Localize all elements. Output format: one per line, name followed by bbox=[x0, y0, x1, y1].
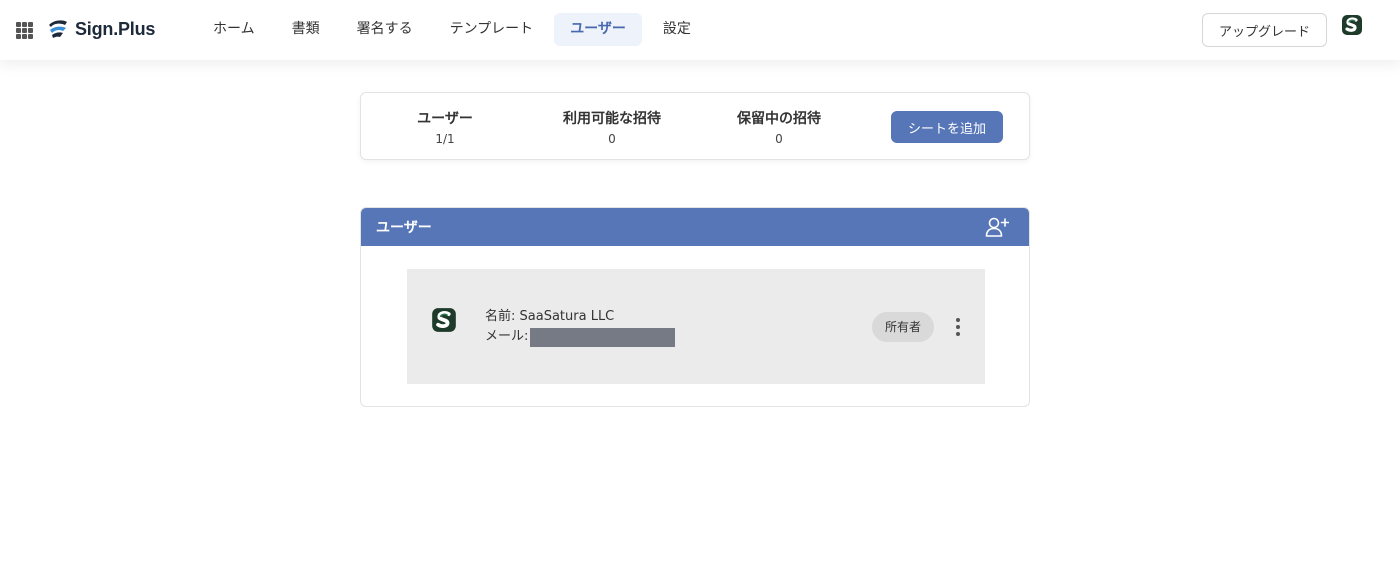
logo[interactable]: Sign.Plus bbox=[47, 18, 155, 40]
user-email-label: メール: bbox=[485, 329, 529, 344]
stat-pending-invites: 保留中の招待 0 bbox=[729, 108, 829, 146]
user-email-line: メール: bbox=[485, 327, 676, 347]
stat-users-value: 1/1 bbox=[435, 132, 455, 146]
users-panel-header: ユーザー bbox=[361, 208, 1029, 246]
email-redacted-block bbox=[530, 327, 676, 347]
stat-users: ユーザー 1/1 bbox=[415, 108, 475, 146]
users-panel-title: ユーザー bbox=[376, 220, 432, 236]
stat-available-invites: 利用可能な招待 0 bbox=[557, 108, 667, 146]
role-badge: 所有者 bbox=[872, 312, 934, 342]
nav-item-documents[interactable]: 書類 bbox=[276, 13, 336, 46]
seats-summary-card: ユーザー 1/1 利用可能な招待 0 保留中の招待 0 シートを追加 bbox=[360, 92, 1030, 160]
add-user-icon[interactable] bbox=[985, 216, 1009, 238]
stat-available-label: 利用可能な招待 bbox=[563, 111, 661, 127]
more-vertical-icon[interactable] bbox=[953, 318, 963, 336]
apps-grid-icon[interactable] bbox=[16, 22, 33, 39]
user-avatar-icon bbox=[432, 308, 456, 332]
nav-item-users[interactable]: ユーザー bbox=[554, 13, 642, 46]
stat-pending-value: 0 bbox=[775, 132, 783, 146]
user-info: 名前: SaaSatura LLC メール: bbox=[485, 307, 676, 347]
user-avatar-icon[interactable] bbox=[1341, 14, 1363, 36]
nav-item-templates[interactable]: テンプレート bbox=[434, 13, 550, 46]
nav-item-settings[interactable]: 設定 bbox=[647, 13, 707, 46]
nav-item-home[interactable]: ホーム bbox=[197, 13, 271, 46]
user-name: 名前: SaaSatura LLC bbox=[485, 309, 615, 324]
user-row[interactable]: 名前: SaaSatura LLC メール: 所有者 bbox=[407, 269, 985, 384]
nav-item-sign[interactable]: 署名する bbox=[341, 13, 429, 46]
upgrade-button[interactable]: アップグレード bbox=[1202, 13, 1327, 47]
logo-text: Sign.Plus bbox=[75, 18, 156, 39]
stat-users-label: ユーザー bbox=[417, 111, 473, 127]
add-seat-button[interactable]: シートを追加 bbox=[891, 111, 1003, 143]
stat-pending-label: 保留中の招待 bbox=[737, 111, 821, 127]
stat-available-value: 0 bbox=[608, 132, 616, 146]
users-panel: ユーザー 名前: SaaSatura LLC メール: 所有者 bbox=[360, 207, 1030, 407]
main-nav: ホーム 書類 署名する テンプレート ユーザー 設定 bbox=[197, 13, 712, 46]
sign-plus-logo-icon bbox=[49, 20, 67, 38]
top-header: Sign.Plus ホーム 書類 署名する テンプレート ユーザー 設定 アップ… bbox=[0, 0, 1400, 60]
